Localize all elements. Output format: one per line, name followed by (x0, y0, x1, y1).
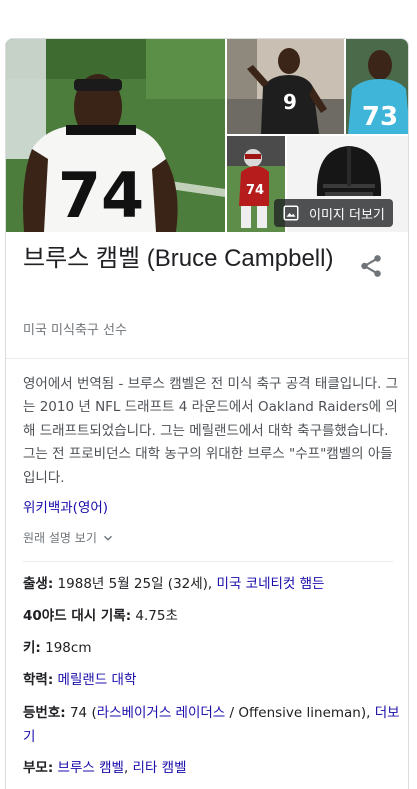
fact-born: 출생: 1988년 5월 25일 (32세), 미국 코네티컷 햄든 (23, 576, 325, 592)
fact-40yard-value: 4.75초 (135, 608, 178, 624)
fact-education: 학력: 메릴랜드 대학 (23, 672, 137, 688)
share-icon[interactable] (358, 253, 384, 279)
translation-source: 영어에서 번역됨 - (23, 376, 128, 392)
show-original-button[interactable]: 원래 설명 보기 (23, 529, 115, 546)
fact-parents: 부모: 브루스 캠벨, 리타 캠벨 (23, 760, 187, 776)
fact-height-value: 198cm (45, 640, 92, 656)
fact-born-label: 출생 (23, 576, 48, 592)
entity-title: 브루스 캠벨 (Bruce Campbell) (23, 245, 334, 272)
jersey-number-9: 9 (283, 90, 297, 114)
player-image-2[interactable]: 9 (227, 39, 344, 134)
fact-40yard-label: 40야드 대시 기록 (23, 608, 126, 624)
parent-separator: , (123, 760, 133, 776)
education-link[interactable]: 메릴랜드 대학 (58, 672, 137, 688)
entity-subtitle: 미국 미식축구 선수 (23, 323, 127, 338)
parent-link-1[interactable]: 브루스 캠벨 (58, 760, 124, 776)
more-images-button[interactable]: 이미지 더보기 (274, 199, 393, 227)
player-image-3[interactable]: 73 (346, 39, 408, 134)
image-icon (283, 205, 299, 221)
divider (23, 561, 393, 562)
fact-parents-label: 부모 (23, 760, 48, 776)
fact-number: 등번호: 74 (라스베이거스 레이더스 / Offensive lineman… (23, 705, 400, 745)
divider (6, 358, 408, 359)
fact-number-label: 등번호 (23, 705, 61, 721)
parent-link-2[interactable]: 리타 캠벨 (133, 760, 187, 776)
wikipedia-link[interactable]: 위키백과(영어) (23, 496, 108, 516)
fact-education-label: 학력 (23, 672, 48, 688)
team-link[interactable]: 라스베이거스 레이더스 (97, 705, 226, 721)
jersey-number-73: 73 (362, 102, 398, 132)
fact-number-value: 74 ( (69, 705, 97, 721)
jersey-number-74-small: 74 (246, 183, 264, 198)
fact-40yard: 40야드 대시 기록: 4.75초 (23, 608, 178, 624)
born-place-link[interactable]: 미국 코네티컷 햄든 (217, 576, 325, 592)
description: 영어에서 번역됨 - 브루스 캠벨은 전 미식 축구 공격 태클입니다. 그는 … (23, 373, 401, 490)
chevron-down-icon (103, 535, 112, 541)
fact-height-label: 키 (23, 640, 36, 656)
fact-number-rest: / Offensive lineman), (225, 705, 371, 721)
description-text: 브루스 캠벨은 전 미식 축구 공격 태클입니다. 그는 2010 년 NFL … (23, 376, 398, 486)
fact-born-value: 1988년 5월 25일 (32세), (57, 576, 213, 592)
image-grid: 74 9 73 74 이미지 더보기 (6, 39, 408, 232)
show-original-label: 원래 설명 보기 (23, 531, 97, 545)
more-images-label: 이미지 더보기 (309, 207, 385, 223)
knowledge-panel: 74 9 73 74 이미지 더보기 브루스 캠벨 (Bruce Campbel… (5, 38, 409, 789)
main-player-image[interactable]: 74 (6, 39, 225, 232)
fact-height: 키: 198cm (23, 640, 92, 656)
main-jersey-number: 74 (58, 159, 144, 232)
